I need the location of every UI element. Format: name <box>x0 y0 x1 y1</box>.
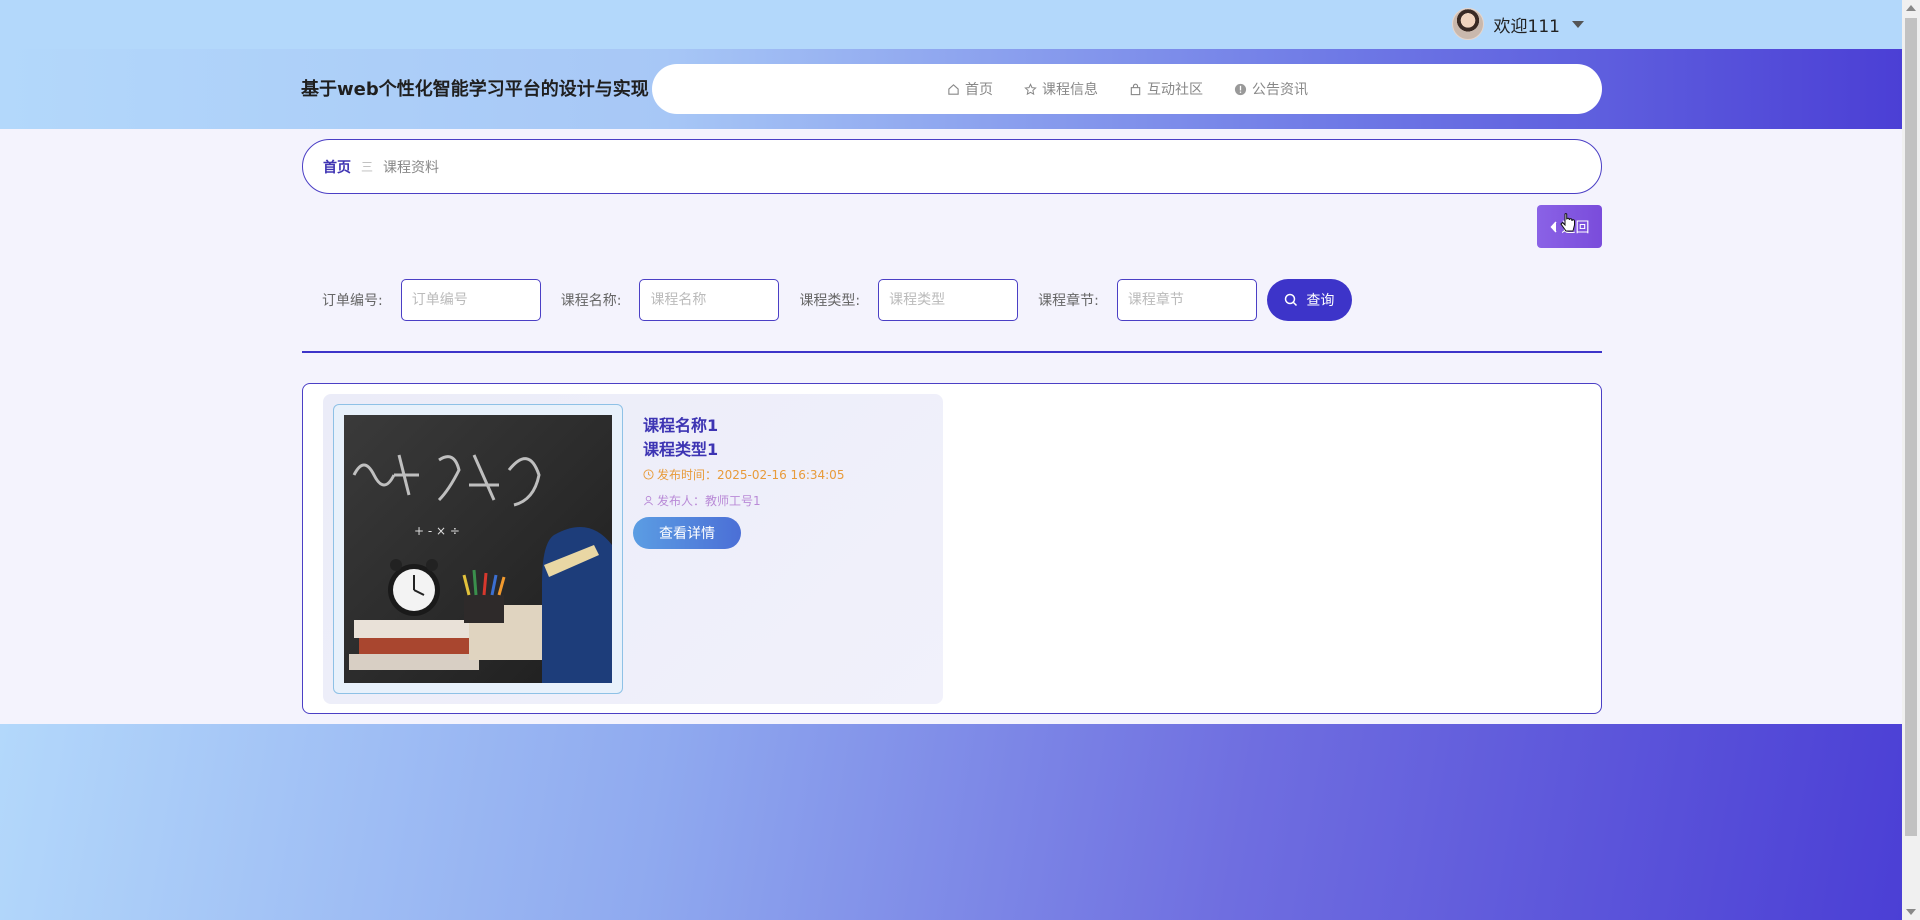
publish-time: 发布时间：2025-02-16 16:34:05 <box>643 466 844 483</box>
nav-item-home[interactable]: 首页 <box>946 79 993 99</box>
course-name-input[interactable] <box>639 279 780 321</box>
breadcrumb-current: 课程资料 <box>383 159 440 176</box>
footer <box>0 724 1902 920</box>
info-icon <box>1233 82 1247 96</box>
nav-label: 课程信息 <box>1042 82 1098 98</box>
course-name[interactable]: 课程名称1 <box>643 414 718 438</box>
svg-text:+ - × ÷: + - × ÷ <box>414 524 460 538</box>
search-button-label: 查询 <box>1306 293 1335 309</box>
course-chapter-label: 课程章节: <box>1038 293 1099 309</box>
chevron-down-icon[interactable] <box>1572 20 1584 28</box>
top-bar: 欢迎111 <box>0 0 1902 49</box>
site-title: 基于web个性化智能学习平台的设计与实现 <box>301 79 649 100</box>
scrollbar-thumb[interactable] <box>1905 18 1917 836</box>
bag-icon <box>1128 82 1142 96</box>
user-menu[interactable]: 欢迎111 <box>1451 8 1584 40</box>
publisher-text: 发布人：教师工号1 <box>657 494 761 508</box>
chevron-left-icon <box>1549 220 1557 233</box>
course-image[interactable]: + - × ÷ <box>344 415 612 683</box>
welcome-text[interactable]: 欢迎111 <box>1494 12 1560 37</box>
search-button[interactable]: 查询 <box>1266 279 1352 321</box>
search-form: 订单编号: 课程名称: 课程类型: 课程章节: 查询 <box>322 279 1352 321</box>
nav-label: 公告资讯 <box>1252 82 1308 98</box>
course-list: + - × ÷ 课程名称1 课程类型1 发布时间：2025-02-16 16:3… <box>302 383 1602 714</box>
publish-time-text: 发布时间：2025-02-16 16:34:05 <box>657 468 845 482</box>
course-image-frame: + - × ÷ <box>333 404 623 694</box>
main-nav: 首页 课程信息 互动社区 公告资讯 <box>652 64 1602 114</box>
nav-item-courses[interactable]: 课程信息 <box>1023 79 1098 99</box>
scroll-down-icon[interactable] <box>1906 909 1916 915</box>
course-type-input[interactable] <box>878 279 1019 321</box>
header: 基于web个性化智能学习平台的设计与实现 首页 课程信息 互动社区 公告资讯 <box>0 49 1902 129</box>
publisher: 发布人：教师工号1 <box>643 492 761 509</box>
course-type: 课程类型1 <box>643 440 719 459</box>
order-number-input[interactable] <box>400 279 541 321</box>
course-chapter-input[interactable] <box>1116 279 1257 321</box>
breadcrumb: 首页 三 课程资料 <box>302 139 1602 194</box>
user-icon <box>644 495 653 506</box>
breadcrumb-home[interactable]: 首页 <box>323 157 351 177</box>
breadcrumb-separator: 三 <box>361 160 374 174</box>
course-card[interactable]: + - × ÷ 课程名称1 课程类型1 发布时间：2025-02-16 16:3… <box>323 394 943 704</box>
search-icon <box>1285 293 1298 307</box>
nav-item-community[interactable]: 互动社区 <box>1128 79 1203 99</box>
nav-item-announcements[interactable]: 公告资讯 <box>1233 79 1308 99</box>
vertical-scrollbar[interactable] <box>1902 0 1920 920</box>
scroll-up-icon[interactable] <box>1906 5 1916 11</box>
view-details-button[interactable]: 查看详情 <box>633 517 741 549</box>
nav-label: 互动社区 <box>1147 82 1203 98</box>
course-name-label: 课程名称: <box>560 293 622 309</box>
nav-label: 首页 <box>965 82 993 98</box>
clock-icon <box>643 469 654 480</box>
order-number-label: 订单编号: <box>322 293 383 309</box>
course-type-label: 课程类型: <box>799 293 861 309</box>
divider <box>302 351 1602 353</box>
home-icon <box>946 82 960 96</box>
star-icon <box>1023 82 1037 96</box>
mouse-cursor-icon <box>1560 213 1576 239</box>
avatar[interactable] <box>1451 8 1484 40</box>
